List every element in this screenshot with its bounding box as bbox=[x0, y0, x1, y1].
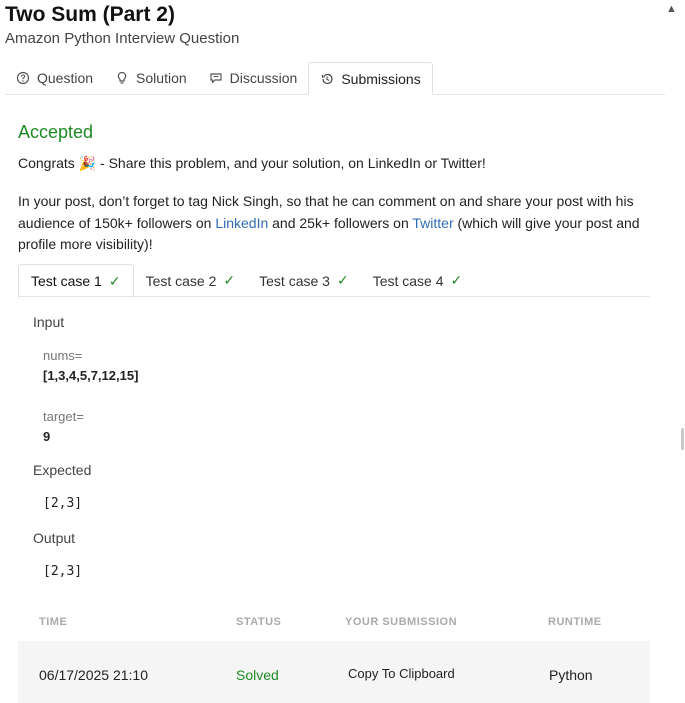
submission-row: 06/17/2025 21:10 Solved Copy To Clipboar… bbox=[18, 641, 650, 703]
submission-runtime: Python bbox=[549, 667, 593, 683]
checkmark-icon: ✓ bbox=[450, 272, 463, 288]
submission-status: Solved bbox=[236, 667, 279, 683]
expected-label: Expected bbox=[33, 462, 92, 478]
tab-question-label: Question bbox=[37, 70, 94, 86]
param-value-target: 9 bbox=[43, 429, 51, 444]
twitter-link[interactable]: Twitter bbox=[412, 215, 453, 231]
tab-discussion[interactable]: Discussion bbox=[198, 62, 309, 94]
test-case-label: Test case 3 bbox=[259, 272, 330, 289]
collapse-caret-icon[interactable]: ▲ bbox=[666, 3, 677, 15]
checkmark-icon: ✓ bbox=[108, 272, 121, 289]
param-name-nums: nums= bbox=[43, 348, 83, 363]
test-case-tab-2[interactable]: Test case 2 ✓ bbox=[134, 264, 248, 297]
expected-value: [2,3] bbox=[43, 496, 83, 511]
output-label: Output bbox=[33, 530, 76, 546]
congrats-line: Congrats 🎉 - Share this problem, and you… bbox=[18, 155, 486, 172]
question-circle-icon bbox=[16, 71, 30, 85]
column-header-status: STATUS bbox=[236, 616, 282, 628]
congrats-text: - Share this problem, and your solution,… bbox=[100, 155, 486, 171]
tab-solution[interactable]: Solution bbox=[104, 62, 198, 94]
submissions-table-header: TIME STATUS YOUR SUBMISSION RUNTIME bbox=[18, 616, 650, 636]
output-value: [2,3] bbox=[43, 564, 83, 579]
param-value-nums: [1,3,4,5,7,12,15] bbox=[43, 368, 139, 383]
test-case-label: Test case 2 bbox=[145, 272, 217, 289]
test-case-tab-3[interactable]: Test case 3 ✓ bbox=[247, 264, 361, 297]
tab-discussion-label: Discussion bbox=[229, 70, 298, 86]
scrollbar-thumb[interactable] bbox=[681, 428, 684, 450]
test-case-tabs: Test case 1 ✓ Test case 2 ✓ Test case 3 ✓ T… bbox=[18, 264, 650, 298]
tab-submissions-label: Submissions bbox=[341, 70, 421, 87]
share-note-text-2: and 25k+ followers on bbox=[268, 214, 413, 231]
checkmark-icon: ✓ bbox=[223, 272, 236, 288]
problem-tabs: Question Solution Discussion Submissions bbox=[5, 62, 665, 95]
tab-submissions[interactable]: Submissions bbox=[308, 62, 433, 95]
tab-question[interactable]: Question bbox=[5, 62, 104, 94]
share-note: In your post, don’t forget to tag Nick S… bbox=[18, 191, 648, 256]
linkedin-link[interactable]: LinkedIn bbox=[215, 215, 268, 231]
test-case-tab-4[interactable]: Test case 4 ✓ bbox=[361, 264, 475, 297]
tab-solution-label: Solution bbox=[136, 70, 187, 86]
test-case-tab-1[interactable]: Test case 1 ✓ bbox=[18, 264, 134, 298]
test-case-label: Test case 4 bbox=[372, 272, 444, 289]
column-header-time: TIME bbox=[39, 616, 68, 628]
chat-bubble-icon bbox=[209, 71, 223, 85]
submission-time: 06/17/2025 21:10 bbox=[39, 667, 148, 683]
page-title: Two Sum (Part 2) bbox=[5, 3, 175, 26]
lightbulb-icon bbox=[115, 71, 129, 85]
page-subtitle: Amazon Python Interview Question bbox=[5, 30, 240, 47]
test-case-label: Test case 1 bbox=[31, 273, 102, 289]
congrats-prefix: Congrats bbox=[18, 155, 75, 171]
checkmark-icon: ✓ bbox=[336, 272, 349, 288]
column-header-runtime: RUNTIME bbox=[548, 616, 602, 628]
param-name-target: target= bbox=[43, 409, 84, 424]
copy-to-clipboard-button[interactable]: Copy To Clipboard bbox=[348, 666, 455, 681]
result-status: Accepted bbox=[18, 122, 94, 142]
party-popper-icon: 🎉 bbox=[78, 155, 97, 171]
input-label: Input bbox=[33, 314, 65, 330]
column-header-submission: YOUR SUBMISSION bbox=[345, 616, 458, 628]
history-icon bbox=[320, 72, 334, 86]
